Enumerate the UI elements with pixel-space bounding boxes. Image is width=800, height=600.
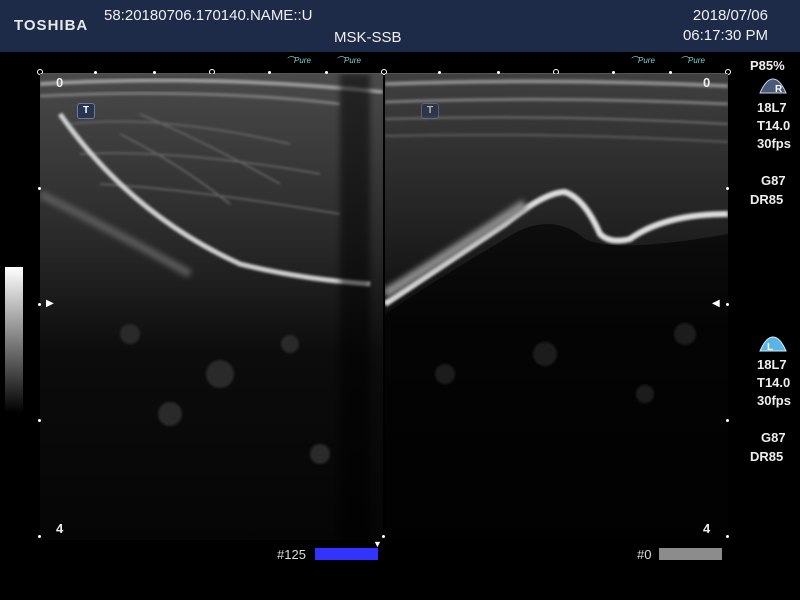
- probe-marker-left: T: [77, 103, 95, 119]
- probe-freq: 18L7: [757, 357, 787, 372]
- params-list-top: 18L7 T14.0 30fps: [757, 100, 791, 154]
- depth-tick: [38, 535, 41, 538]
- probe-shape-l-icon: L: [759, 336, 787, 352]
- ultrasound-image-left: [40, 74, 383, 540]
- header-bar: TOSHIBA 58:20180706.170140.NAME::U MSK-S…: [0, 0, 800, 52]
- probe-freq: 18L7: [757, 100, 787, 115]
- pure-label: ⌒Pure: [630, 56, 655, 65]
- gain-value: G87: [761, 173, 786, 188]
- ultrasound-image-right: [385, 74, 728, 540]
- thermal-index: T14.0: [757, 375, 791, 390]
- gain-value: G87: [761, 430, 786, 445]
- depth-label-right-top: 0: [703, 75, 711, 90]
- cine-bar-right[interactable]: [659, 548, 722, 560]
- focus-arrow-left-icon[interactable]: ▶: [46, 298, 54, 309]
- probe-marker-right: T: [421, 103, 439, 119]
- svg-text:R: R: [775, 84, 783, 94]
- depth-tick: [726, 419, 729, 422]
- pure-label: ⌒Pure: [286, 56, 311, 65]
- depth-tick: [726, 303, 729, 306]
- exam-time: 06:17:30 PM: [682, 27, 768, 44]
- params-gain-top: G87: [761, 173, 786, 191]
- grayscale-bar: [5, 267, 23, 413]
- depth-tick: [38, 187, 41, 190]
- depth-label-left-top: 0: [56, 75, 64, 90]
- patient-id: 58:20180706.170140.NAME::U: [104, 7, 313, 24]
- dynamic-range-value: DR85: [750, 192, 784, 207]
- params-dr-top: DR85: [750, 192, 783, 210]
- frame-rate: 30fps: [757, 393, 791, 408]
- params-panel-top: P85%: [750, 58, 785, 76]
- frame-rate: 30fps: [757, 136, 791, 151]
- params-gain-bottom: G87: [761, 430, 786, 448]
- depth-label-left-bottom: 4: [56, 521, 64, 536]
- depth-label-right-bottom: 4: [703, 521, 711, 536]
- thermal-index: T14.0: [757, 118, 791, 133]
- frame-number-left: #125: [277, 547, 306, 562]
- pure-label: ⌒Pure: [680, 56, 705, 65]
- frame-number-right: #0: [637, 547, 652, 562]
- focus-arrow-right-icon[interactable]: ◀: [712, 298, 720, 309]
- depth-tick: [726, 535, 729, 538]
- cine-bar-left[interactable]: [315, 548, 378, 560]
- exam-preset: MSK-SSB: [334, 29, 402, 46]
- brand-logo: TOSHIBA: [14, 17, 89, 34]
- depth-tick: [726, 187, 729, 190]
- power-value: P85%: [750, 58, 785, 73]
- params-list-bottom: 18L7 T14.0 30fps: [757, 357, 791, 411]
- depth-tick: [382, 535, 385, 538]
- depth-tick: [38, 303, 41, 306]
- pure-label: ⌒Pure: [336, 56, 361, 65]
- probe-shape-r-icon: R: [759, 78, 787, 94]
- dynamic-range-value: DR85: [750, 449, 784, 464]
- params-dr-bottom: DR85: [750, 449, 783, 467]
- svg-text:L: L: [767, 342, 773, 352]
- exam-date: 2018/07/06: [692, 7, 768, 24]
- depth-tick: [38, 419, 41, 422]
